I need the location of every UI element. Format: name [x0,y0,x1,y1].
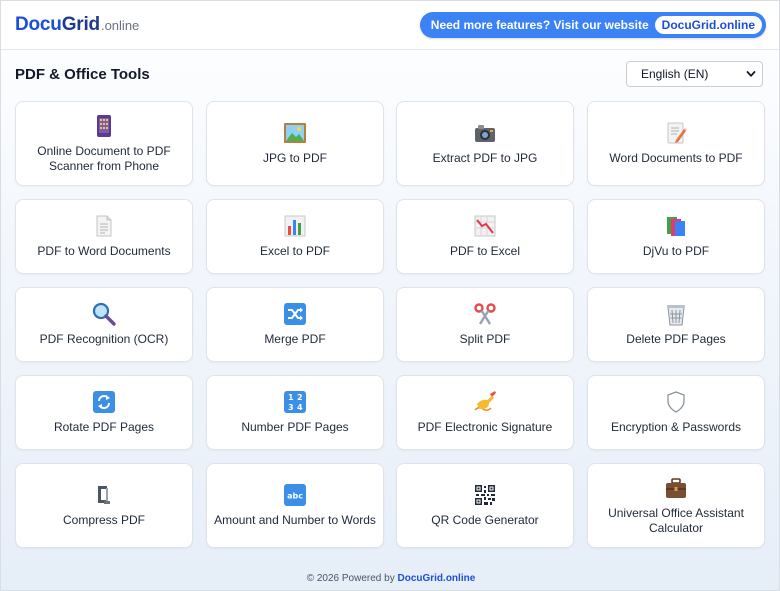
promo-badge: DocuGrid.online [654,16,762,34]
rotate-icon [93,391,115,413]
tool-card[interactable]: Compress PDF [15,463,193,548]
chevron-down-icon [746,71,756,77]
page-icon [96,215,112,237]
tool-card[interactable]: Encryption & Passwords [587,375,765,450]
tool-card[interactable]: PDF Electronic Signature [396,375,574,450]
tool-card-label: Delete PDF Pages [626,332,726,346]
tool-card[interactable]: JPG to PDF [206,101,384,186]
tool-card-label: Online Document to PDF Scanner from Phon… [37,143,171,173]
tool-card-label: DjVu to PDF [642,244,710,258]
tool-card[interactable]: Split PDF [396,287,574,362]
svg-text:3: 3 [288,403,294,412]
shuffle-icon [284,303,306,325]
tool-card[interactable]: Excel to PDF [206,199,384,274]
camera-icon [475,125,495,142]
tool-card-label: JPG to PDF [262,151,327,165]
svg-text:1: 1 [288,393,294,402]
tool-card[interactable]: 1 2 3 4 Number PDF Pages [206,375,384,450]
tool-card[interactable]: Merge PDF [206,287,384,362]
tool-card-label: Merge PDF [264,332,326,346]
tool-card-label: PDF Recognition (OCR) [39,332,169,346]
tool-card[interactable]: abc Amount and Number to Words [206,463,384,548]
tool-card-label: Excel to PDF [259,244,331,258]
promo-text: Need more features? Visit our website [430,18,649,32]
page-title: PDF & Office Tools [15,65,150,83]
tool-card[interactable]: DjVu to PDF [587,199,765,274]
tool-card[interactable]: QR Code Generator [396,463,574,548]
qr-code-icon [475,485,495,505]
tool-card[interactable]: Delete PDF Pages [587,287,765,362]
tool-card-label: Word Documents to PDF [609,151,743,165]
tool-card-label: Number PDF Pages [241,420,349,434]
abc-icon: abc [284,484,306,506]
footer: © 2026 Powered by DocuGrid.online [1,573,780,584]
logo-main-text: Docu [15,14,62,35]
tool-card[interactable]: PDF Recognition (OCR) [15,287,193,362]
bar-chart-icon [284,215,306,237]
tool-card[interactable]: Rotate PDF Pages [15,375,193,450]
tool-card-label: Split PDF [459,332,511,346]
tool-card[interactable]: Extract PDF to JPG [396,101,574,186]
tool-card[interactable]: PDF to Excel [396,199,574,274]
tool-card-label: QR Code Generator [431,513,539,527]
tool-card[interactable]: PDF to Word Documents [15,199,193,274]
magnifier-icon [92,302,116,326]
svg-text:4: 4 [297,403,303,412]
memo-icon [667,122,687,144]
tool-card-label: Encryption & Passwords [610,420,742,434]
briefcase-icon [666,477,686,498]
tool-card-label: PDF to Word Documents [37,244,171,258]
phone-scanner-icon [97,114,111,137]
chart-decreasing-icon [474,215,496,237]
tool-card-label: Extract PDF to JPG [432,151,538,165]
scissors-icon [474,303,496,325]
logo-grid-text: Grid [61,14,100,35]
numbers-icon: 1 23 4 [284,391,306,413]
promo-banner-button[interactable]: Need more features? Visit our website Do… [419,12,766,38]
language-select[interactable]: English (EN) [626,61,763,87]
tool-card[interactable]: Word Documents to PDF [587,101,765,186]
tool-card-label: PDF Electronic Signature [417,420,553,434]
writing-hand-icon [474,391,496,412]
tool-card-label: PDF to Excel [449,244,521,258]
footer-link[interactable]: DocuGrid.online [397,573,475,584]
logo[interactable]: DocuGrid .online [15,14,139,36]
clamp-icon [98,486,110,504]
svg-text:abc: abc [287,492,303,501]
books-icon [667,217,685,236]
toolbar: PDF & Office Tools English (EN) [1,50,779,98]
tool-card-label: Rotate PDF Pages [53,420,155,434]
tool-card[interactable]: Online Document to PDF Scanner from Phon… [15,101,193,186]
language-select-value: English (EN) [641,67,709,81]
tool-card[interactable]: Universal Office Assistant Calculator [587,463,765,548]
tool-card-label: Universal Office Assistant Calculator [608,505,744,535]
logo-domain-text: .online [100,18,140,33]
header: DocuGrid .online Need more features? Vis… [1,1,779,50]
wastebasket-icon [667,305,685,326]
shield-icon [667,391,685,413]
tool-card-label: Amount and Number to Words [214,513,376,527]
svg-text:2: 2 [297,393,303,402]
picture-icon [284,123,306,143]
tool-card-label: Compress PDF [62,513,145,527]
app-window: DocuGrid .online Need more features? Vis… [0,0,780,591]
footer-text: © 2026 Powered by [306,573,395,584]
